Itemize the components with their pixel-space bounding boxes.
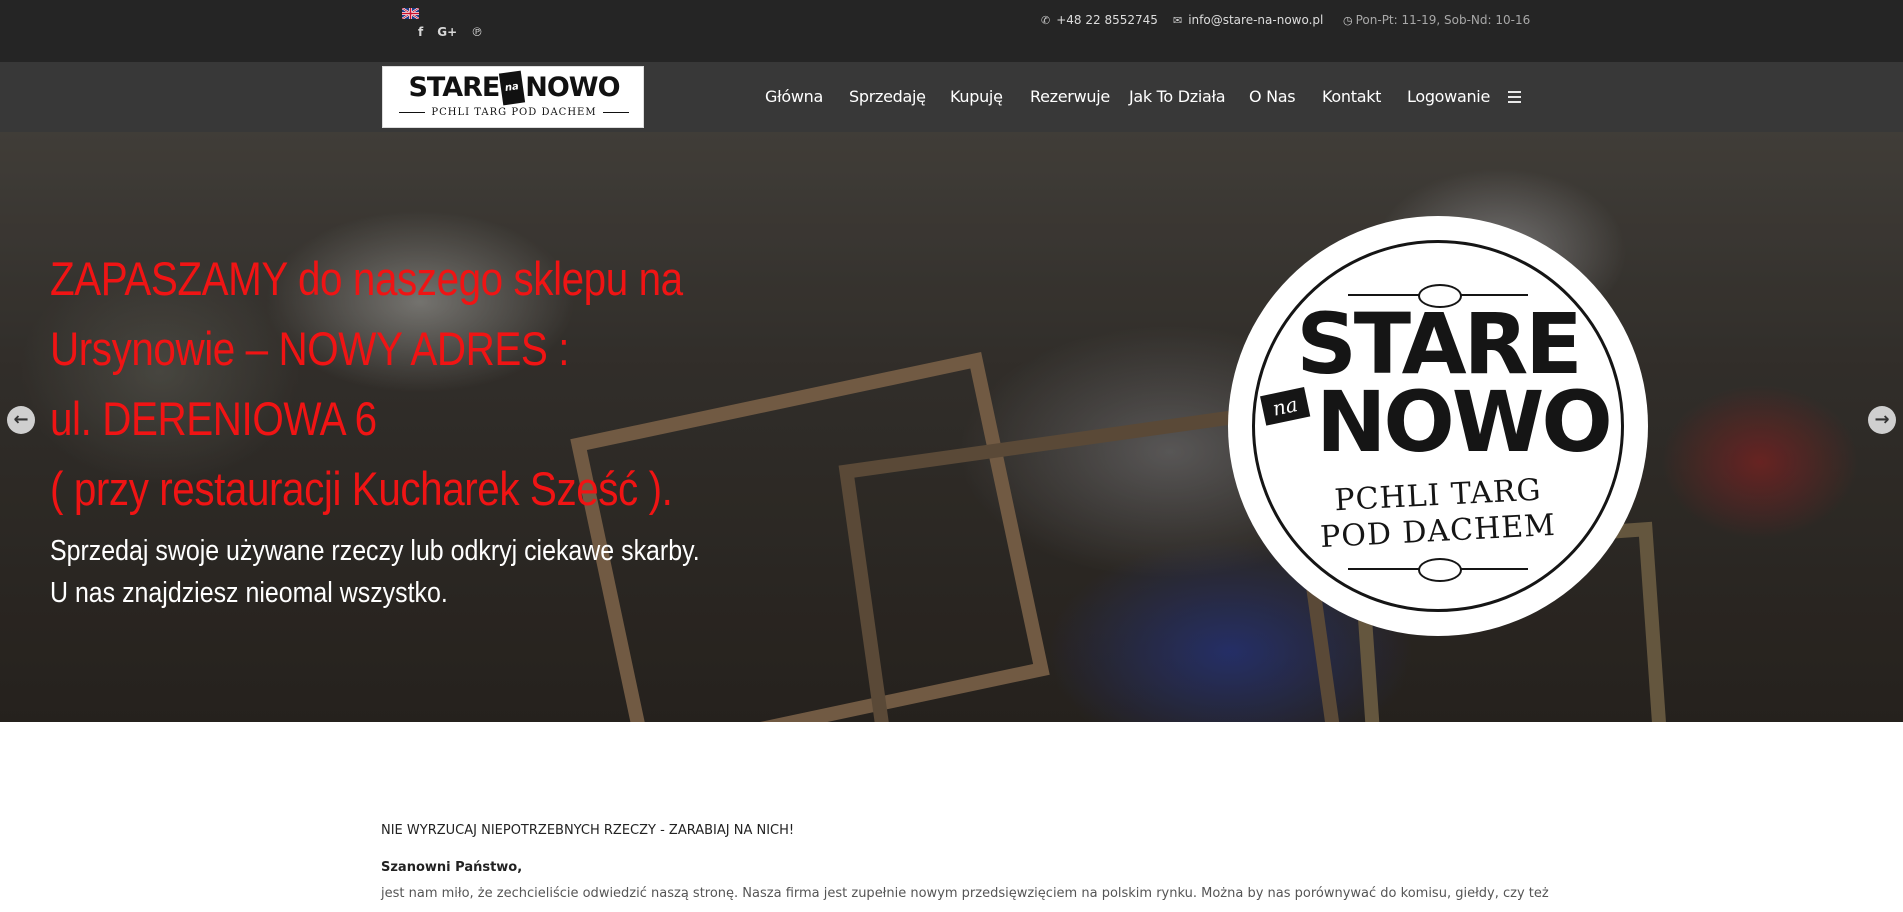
main-navbar: STARE na NOWO PCHLI TARG POD DACHEM Główna… [0, 62, 1903, 132]
phone-icon: ✆ [1041, 13, 1051, 27]
nav-item-logowanie[interactable]: Logowanie [1407, 86, 1490, 108]
main-menu: Główna Sprzedaję Kupuję Rezerwuje Jak To… [0, 86, 1903, 108]
nav-item-kontakt[interactable]: Kontakt [1322, 86, 1381, 108]
badge-nowo-row: na NOWO [1228, 380, 1648, 464]
nav-item-rezerwuje[interactable]: Rezerwuje [1030, 86, 1110, 108]
nav-item-sprzedaje[interactable]: Sprzedaję [849, 86, 926, 108]
top-bar: f G+ ℗ ✆ +48 22 8552745 ✉ info@stare-na-… [0, 0, 1903, 62]
email-address: info@stare-na-nowo.pl [1188, 13, 1324, 27]
main-content: NIE WYRZUCAJ NIEPOTRZEBNYCH RZECZY - ZAR… [381, 822, 1549, 901]
hero-headline-line: Ursynowie – NOWY ADRES : [50, 322, 570, 375]
hamburger-icon[interactable] [1508, 91, 1521, 103]
social-links: f G+ ℗ [418, 24, 483, 40]
facebook-icon[interactable]: f [418, 24, 423, 40]
intro-paragraph: jest nam miło, że zechcieliście odwiedzi… [381, 886, 1549, 901]
email-contact[interactable]: ✉ info@stare-na-nowo.pl [1173, 13, 1323, 27]
hours-text: Pon-Pt: 11-19, Sob-Nd: 10-16 [1355, 13, 1531, 27]
hero-headline-line: ZAPASZAMY do naszego sklepu na [50, 252, 683, 305]
intro-heading: NIE WYRZUCAJ NIEPOTRZEBNYCH RZECZY - ZAR… [381, 823, 795, 838]
hero-slider: ZAPASZAMY do naszego sklepu na Ursynowie… [0, 132, 1903, 722]
clock-icon: ◷ [1343, 13, 1353, 27]
opening-hours: ◷ Pon-Pt: 11-19, Sob-Nd: 10-16 [1343, 13, 1530, 27]
uk-flag-icon[interactable] [402, 8, 419, 19]
google-plus-icon[interactable]: G+ [437, 24, 457, 40]
pinterest-icon[interactable]: ℗ [471, 24, 483, 40]
badge-word-nowo: NOWO [1316, 373, 1613, 471]
arrow-right-icon[interactable]: → [1868, 406, 1896, 434]
hero-subtext-line: U nas znajdziesz nieomal wszystko. [50, 577, 448, 609]
nav-item-kupuje[interactable]: Kupuję [950, 86, 1003, 108]
greeting-text: Szanowni Państwo, [381, 860, 523, 875]
hero-subtext-line: Sprzedaj swoje używane rzeczy lub odkryj… [50, 535, 700, 567]
badge-word-na: na [1260, 387, 1311, 426]
envelope-icon: ✉ [1173, 13, 1183, 27]
logo-tagline: PCHLI TARG POD DACHEM [389, 107, 639, 118]
hero-subtext: Sprzedaj swoje używane rzeczy lub odkryj… [50, 530, 700, 614]
nav-item-o-nas[interactable]: O Nas [1249, 86, 1296, 108]
hero-headline-line: ul. DERENIOWA 6 [50, 392, 377, 445]
arrow-left-icon[interactable]: ← [7, 406, 35, 434]
hero-headline-line: ( przy restauracji Kucharek Sześć ). [50, 462, 673, 515]
phone-number: +48 22 8552745 [1056, 13, 1158, 27]
phone-contact[interactable]: ✆ +48 22 8552745 [1041, 13, 1158, 27]
flourish-ornament [1348, 558, 1528, 582]
nav-item-glowna[interactable]: Główna [765, 86, 823, 108]
nav-item-jak-to-dziala[interactable]: Jak To Działa [1129, 86, 1226, 108]
hero-headline: ZAPASZAMY do naszego sklepu na Ursynowie… [50, 244, 686, 524]
hero-logo-badge: STARE na NOWO PCHLI TARG POD DACHEM [1228, 216, 1648, 636]
